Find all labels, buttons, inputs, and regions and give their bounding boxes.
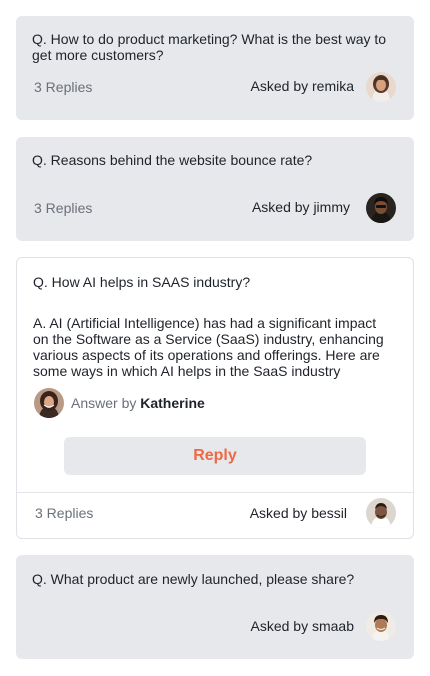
user-avatar-icon[interactable] [366,193,396,223]
user-avatar-icon[interactable] [366,498,396,528]
user-avatar-icon[interactable] [366,611,396,641]
replies-count[interactable]: 3 Replies [34,200,92,216]
replies-count[interactable]: 3 Replies [34,79,92,95]
thread-card-3[interactable]: Q. How AI helps in SAAS industry? A. AI … [16,257,414,539]
thread-card-1[interactable]: Q. How to do product marketing? What is … [16,16,414,120]
replies-count[interactable]: 3 Replies [35,505,93,521]
card-divider [17,492,413,493]
question-text[interactable]: Q. How AI helps in SAAS industry? [33,274,391,290]
answer-author-name[interactable]: Katherine [140,395,205,411]
asked-by-label: Asked by jimmy [251,199,350,215]
user-avatar-icon[interactable] [34,388,64,418]
thread-card-4[interactable]: Q. What product are newly launched, plea… [16,555,414,659]
answer-text: A. AI (Artificial Intelligence) has had … [33,315,384,379]
reply-button[interactable]: Reply [64,437,366,475]
asked-by-label: Asked by smaab [250,618,355,634]
question-text[interactable]: Q. Reasons behind the website bounce rat… [32,152,392,168]
user-avatar-icon[interactable] [366,72,396,102]
answer-by-prefix: Answer by [71,395,137,411]
asked-by-label: Asked by bessil [249,505,347,521]
answer-by-label: Answer by Katherine [71,395,205,411]
question-text[interactable]: Q. What product are newly launched, plea… [32,571,392,587]
thread-card-2[interactable]: Q. Reasons behind the website bounce rat… [16,137,414,241]
asked-by-label: Asked by remika [250,78,354,94]
question-text[interactable]: Q. How to do product marketing? What is … [32,31,392,63]
